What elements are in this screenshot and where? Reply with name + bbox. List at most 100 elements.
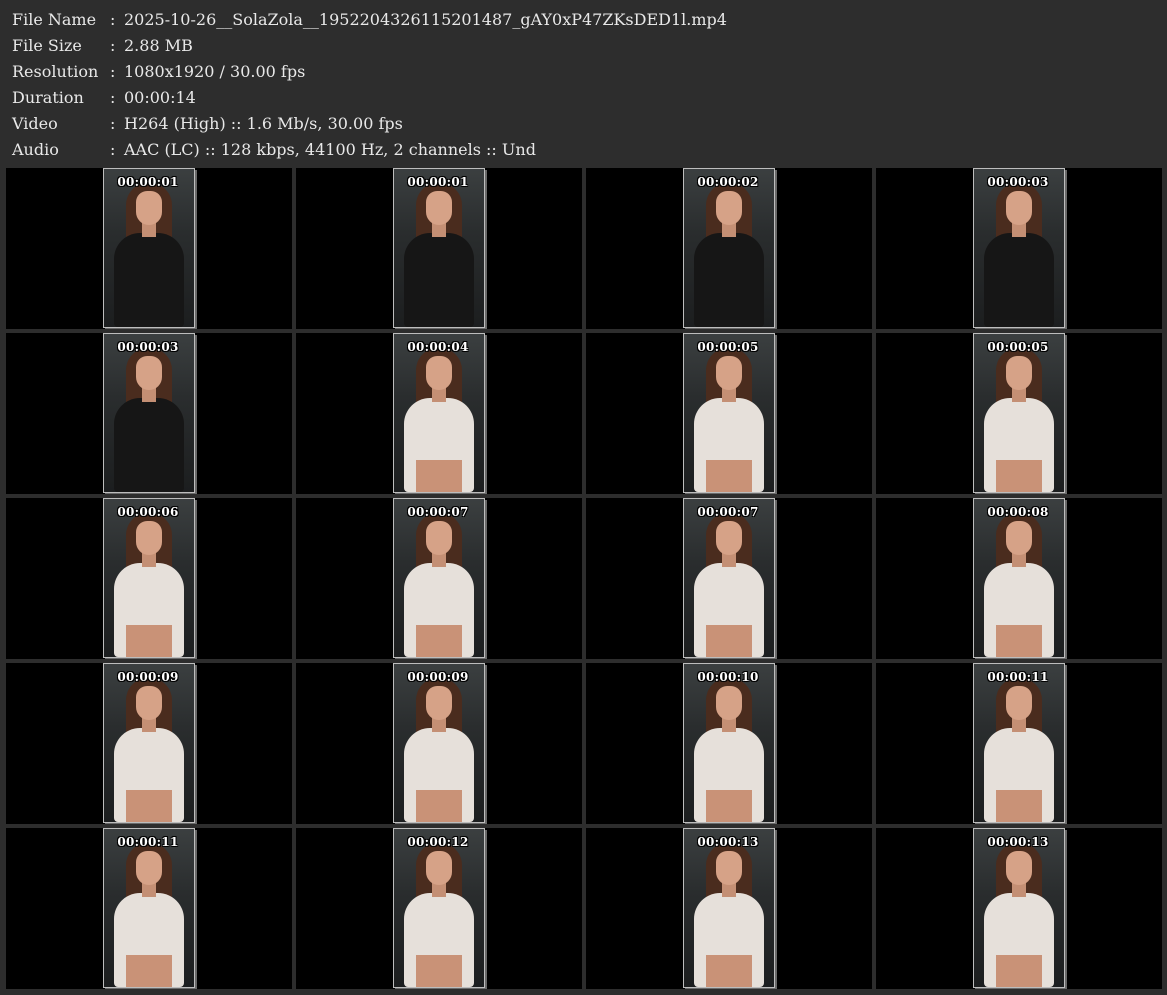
video-frame-thumbnail: 00:00:09 [393,663,485,823]
frame-timestamp: 00:00:09 [117,670,179,684]
info-row-duration: Duration : 00:00:14 [12,86,1152,112]
frame-timestamp: 00:00:11 [117,835,179,849]
info-colon: : [110,88,116,107]
frame-figure-face [1006,521,1032,555]
info-row-file-size: File Size : 2.88 MB [12,34,1152,60]
info-value: 2025-10-26__SolaZola__195220432611520148… [124,10,727,29]
video-frame-thumbnail: 00:00:05 [683,333,775,493]
frame-figure-neck [722,718,736,732]
frame-figure-neck [1012,553,1026,567]
frame-figure-neck [432,883,446,897]
frame-timestamp: 00:00:04 [407,340,469,354]
info-value: AAC (LC) :: 128 kbps, 44100 Hz, 2 channe… [124,140,536,159]
frame-figure-neck [142,388,156,402]
frame-figure-body [984,233,1054,327]
frame-figure-face [1006,851,1032,885]
frame-figure-midriff [416,790,462,822]
info-row-file-name: File Name : 2025-10-26__SolaZola__195220… [12,8,1152,34]
frame-figure-face [136,521,162,555]
info-row-audio: Audio : AAC (LC) :: 128 kbps, 44100 Hz, … [12,138,1152,164]
thumbnail-cell: 00:00:05 [586,333,872,494]
frame-timestamp: 00:00:07 [407,505,469,519]
info-colon: : [110,114,116,133]
video-frame-thumbnail: 00:00:08 [973,498,1065,658]
thumbnail-cell: 00:00:13 [876,828,1162,989]
frame-figure-face [1006,356,1032,390]
frame-figure-face [426,851,452,885]
frame-timestamp: 00:00:06 [117,505,179,519]
frame-timestamp: 00:00:03 [987,175,1049,189]
frame-timestamp: 00:00:01 [117,175,179,189]
video-frame-thumbnail: 00:00:04 [393,333,485,493]
thumbnail-cell: 00:00:07 [296,498,582,659]
frame-figure-face [426,521,452,555]
info-label: Video [12,114,58,133]
frame-figure-body [404,233,474,327]
video-frame-thumbnail: 00:00:06 [103,498,195,658]
thumbnail-cell: 00:00:01 [296,168,582,329]
thumbnail-cell: 00:00:13 [586,828,872,989]
info-label: Audio [12,140,59,159]
video-frame-thumbnail: 00:00:09 [103,663,195,823]
thumbnail-cell: 00:00:09 [6,663,292,824]
frame-timestamp: 00:00:13 [697,835,759,849]
frame-timestamp: 00:00:13 [987,835,1049,849]
frame-figure-neck [432,223,446,237]
thumbnail-cell: 00:00:09 [296,663,582,824]
frame-figure-neck [1012,388,1026,402]
frame-figure-face [716,686,742,720]
frame-figure-midriff [706,460,752,492]
frame-figure-face [716,356,742,390]
info-value: H264 (High) :: 1.6 Mb/s, 30.00 fps [124,114,403,133]
frame-timestamp: 00:00:10 [697,670,759,684]
frame-figure-neck [142,223,156,237]
video-frame-thumbnail: 00:00:02 [683,168,775,328]
frame-timestamp: 00:00:03 [117,340,179,354]
frame-figure-face [426,686,452,720]
frame-figure-midriff [996,955,1042,987]
frame-figure-midriff [416,460,462,492]
video-frame-thumbnail: 00:00:11 [973,663,1065,823]
frame-figure-face [1006,686,1032,720]
frame-figure-neck [722,223,736,237]
frame-figure-neck [432,388,446,402]
video-frame-thumbnail: 00:00:13 [683,828,775,988]
frame-figure-face [136,356,162,390]
frame-figure-body [694,233,764,327]
frame-figure-neck [432,553,446,567]
info-label: File Size [12,36,82,55]
frame-figure-neck [142,718,156,732]
info-colon: : [110,140,116,159]
info-row-resolution: Resolution : 1080x1920 / 30.00 fps [12,60,1152,86]
frame-figure-neck [142,553,156,567]
frame-figure-midriff [126,790,172,822]
frame-figure-body [114,233,184,327]
info-row-video: Video : H264 (High) :: 1.6 Mb/s, 30.00 f… [12,112,1152,138]
frame-figure-face [426,356,452,390]
frame-figure-neck [722,883,736,897]
thumbnail-cell: 00:00:03 [876,168,1162,329]
info-label: File Name [12,10,97,29]
thumbnail-cell: 00:00:03 [6,333,292,494]
frame-figure-neck [142,883,156,897]
info-colon: : [110,10,116,29]
video-frame-thumbnail: 00:00:13 [973,828,1065,988]
video-frame-thumbnail: 00:00:05 [973,333,1065,493]
thumbnail-cell: 00:00:07 [586,498,872,659]
thumbnail-cell: 00:00:11 [6,828,292,989]
info-label: Duration [12,88,84,107]
file-info-panel: File Name : 2025-10-26__SolaZola__195220… [12,8,1152,164]
info-value: 00:00:14 [124,88,196,107]
thumbnail-cell: 00:00:05 [876,333,1162,494]
video-frame-thumbnail: 00:00:03 [973,168,1065,328]
frame-timestamp: 00:00:09 [407,670,469,684]
thumbnail-cell: 00:00:10 [586,663,872,824]
info-label: Resolution [12,62,99,81]
frame-figure-midriff [126,625,172,657]
frame-figure-body [114,398,184,492]
frame-figure-face [136,191,162,225]
frame-figure-midriff [706,625,752,657]
frame-figure-neck [1012,883,1026,897]
frame-figure-neck [722,553,736,567]
thumbnail-cell: 00:00:04 [296,333,582,494]
